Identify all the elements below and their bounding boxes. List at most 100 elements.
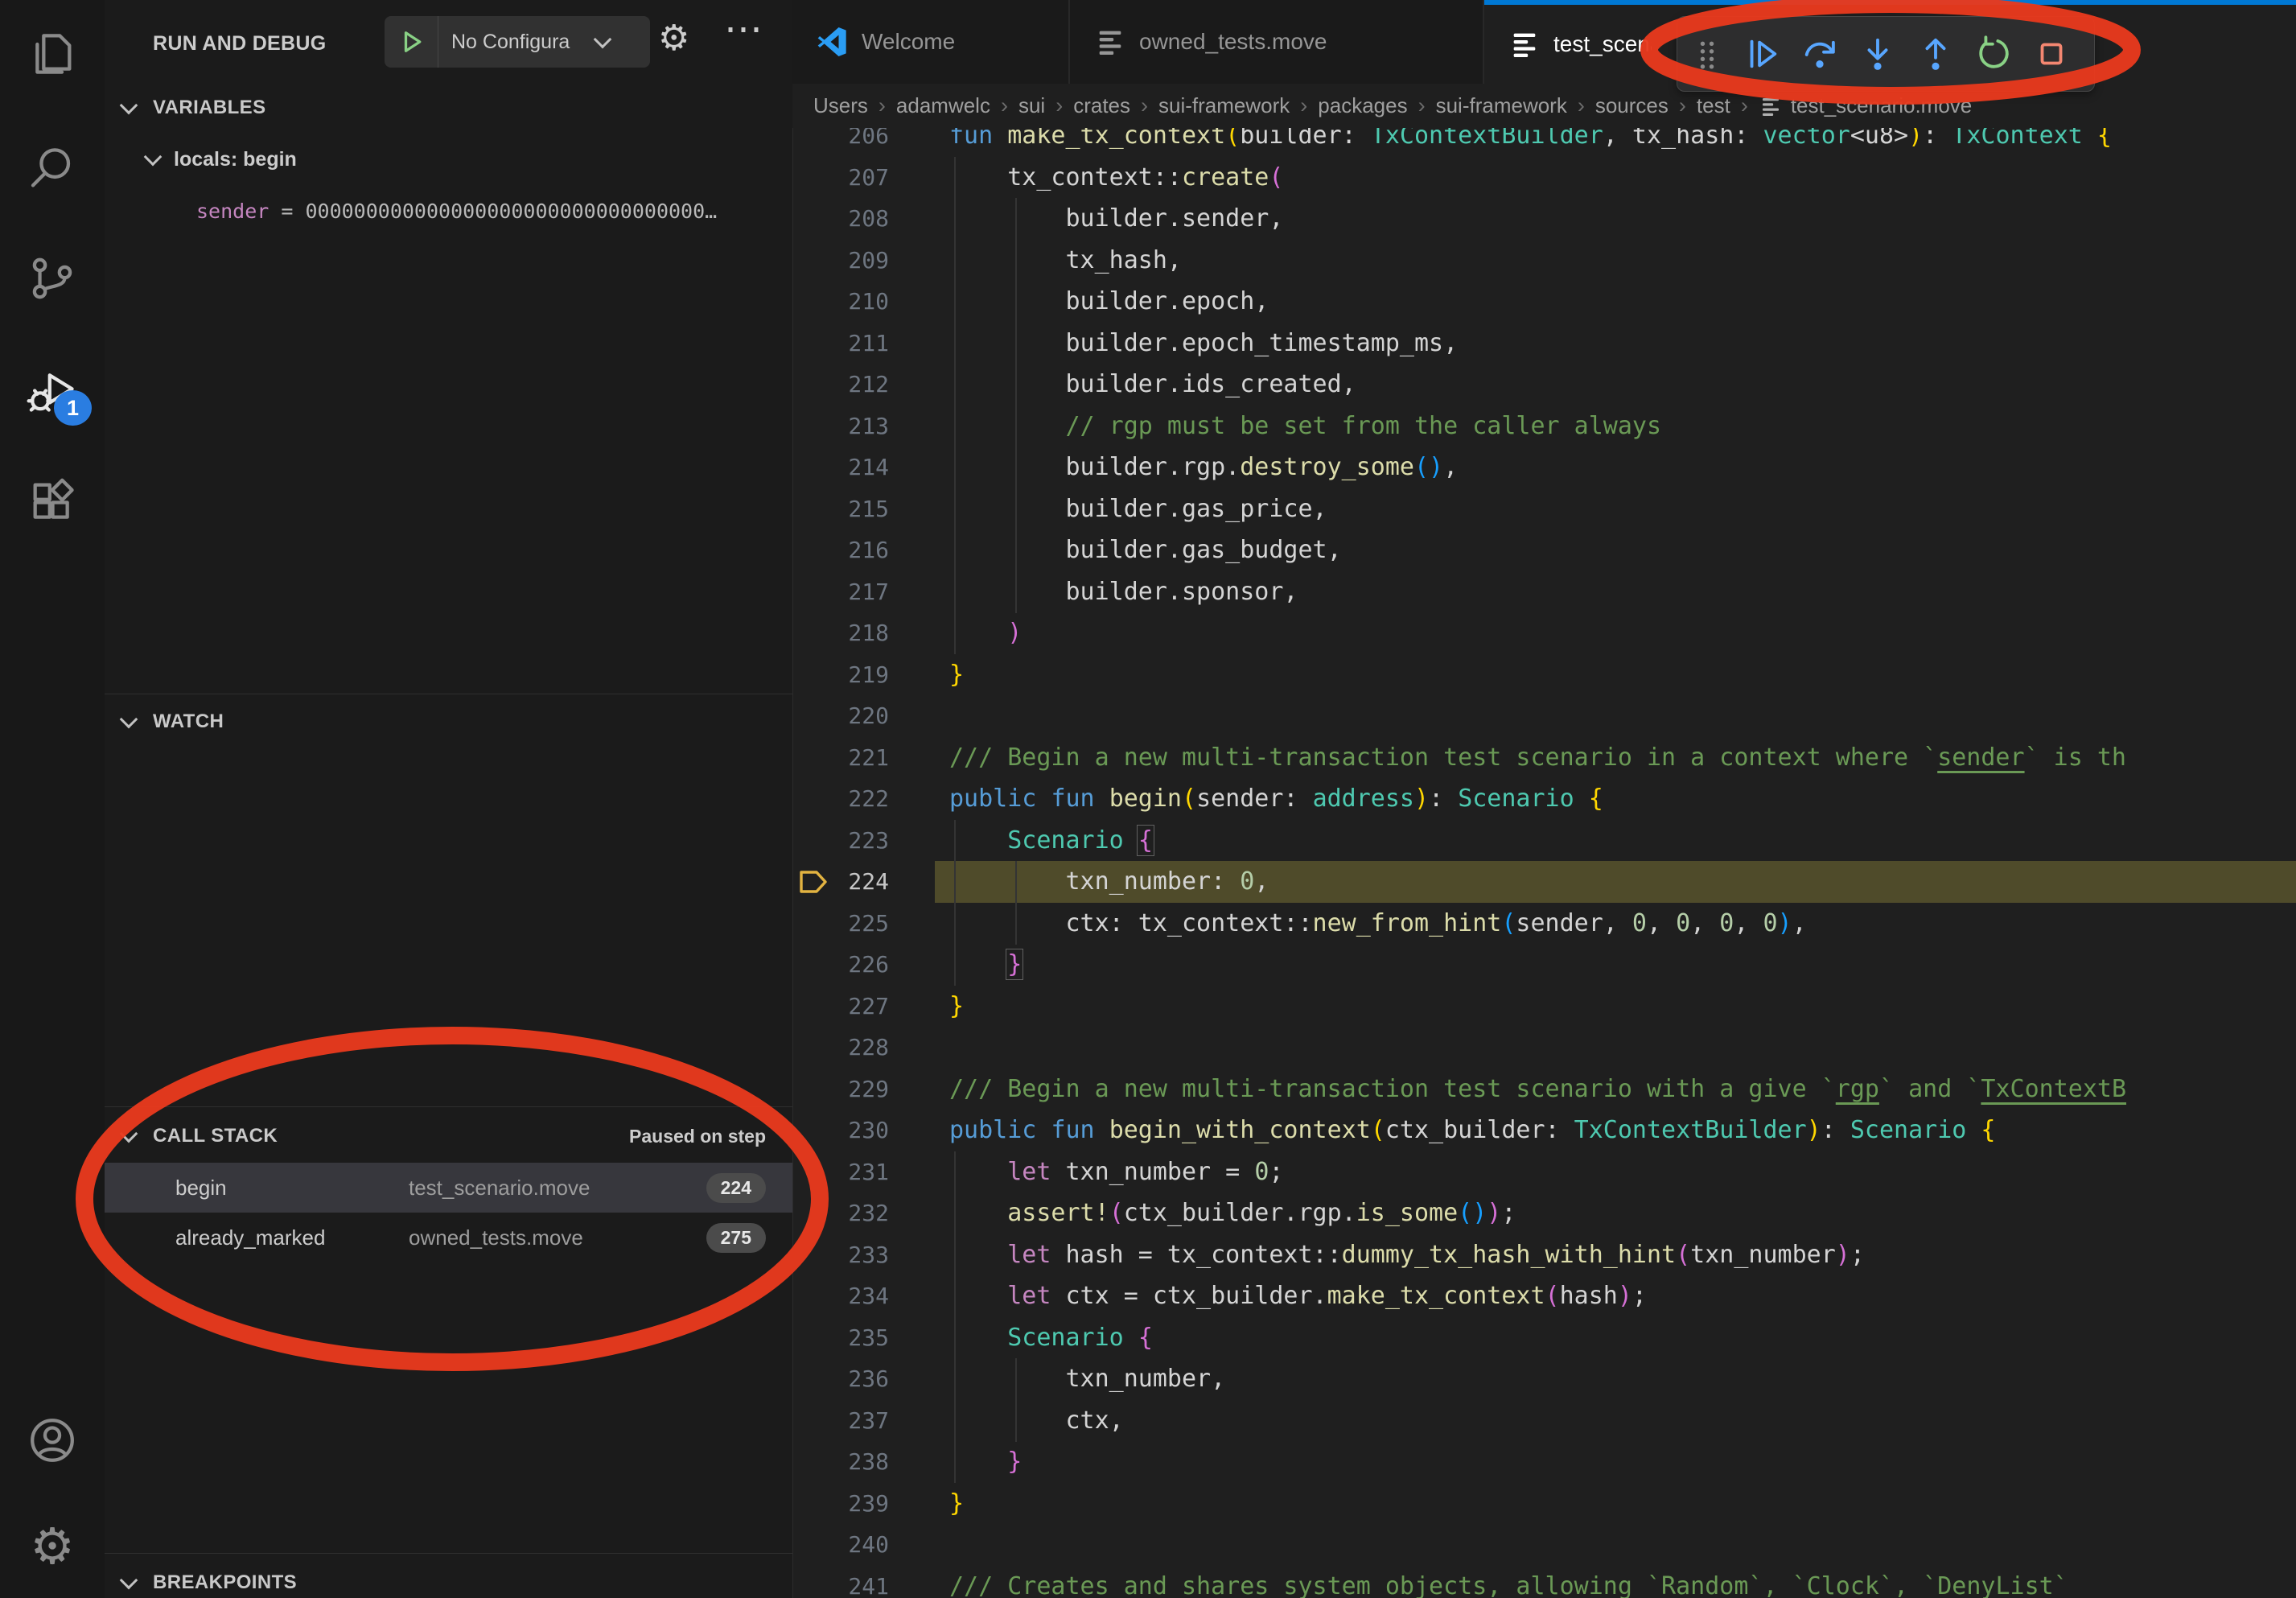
code-line-221[interactable]: 221/// Begin a new multi-transaction tes… xyxy=(792,737,2296,779)
code-line-229[interactable]: 229/// Begin a new multi-transaction tes… xyxy=(792,1069,2296,1110)
drag-handle-button[interactable] xyxy=(1692,39,1722,69)
step-over-button[interactable] xyxy=(1801,35,1838,72)
breadcrumb-item[interactable]: packages xyxy=(1318,93,1407,118)
code-line-235[interactable]: 235 Scenario { xyxy=(792,1317,2296,1359)
code-line-207[interactable]: 207 tx_context::create( xyxy=(792,157,2296,199)
code-text: assert!(ctx_builder.rgp.is_some()); xyxy=(949,1192,1516,1234)
stop-button[interactable] xyxy=(2033,35,2070,72)
line-number: 226 xyxy=(792,944,889,986)
breakpoints-section-header[interactable]: BREAKPOINTS xyxy=(105,1562,792,1598)
restart-button[interactable] xyxy=(1975,35,2012,72)
line-number: 209 xyxy=(792,240,889,282)
code-line-239[interactable]: 239} xyxy=(792,1483,2296,1525)
code-text: tx_hash, xyxy=(949,240,1182,282)
line-number: 235 xyxy=(792,1317,889,1359)
code-line-232[interactable]: 232 assert!(ctx_builder.rgp.is_some()); xyxy=(792,1192,2296,1234)
tab-owned-tests-move[interactable]: owned_tests.move xyxy=(1070,0,1484,84)
code-line-241[interactable]: 241/// Creates and shares system objects… xyxy=(792,1566,2296,1598)
code-line-212[interactable]: 212 builder.ids_created, xyxy=(792,364,2296,406)
variable-sender-row[interactable]: sender = 0000000000000000000000000000000… xyxy=(196,190,717,232)
code-line-225[interactable]: 225 ctx: tx_context::new_from_hint(sende… xyxy=(792,903,2296,945)
breadcrumb-item[interactable]: sources xyxy=(1595,93,1669,118)
tab-welcome[interactable]: Welcome xyxy=(792,0,1070,84)
tab-label: test_scenario.move xyxy=(1553,31,1652,57)
code-text: } xyxy=(949,1441,1022,1483)
variable-equals: = xyxy=(269,200,305,223)
breadcrumb-item[interactable]: sui xyxy=(1018,93,1045,118)
debug-toolbar xyxy=(1677,16,2095,92)
line-number: 213 xyxy=(792,406,889,447)
code-line-226[interactable]: 226 } xyxy=(792,944,2296,986)
code-line-240[interactable]: 240 xyxy=(792,1524,2296,1566)
code-line-238[interactable]: 238 } xyxy=(792,1441,2296,1483)
continue-button[interactable] xyxy=(1743,35,1780,72)
code-line-228[interactable]: 228 xyxy=(792,1027,2296,1069)
frame-function: already_marked xyxy=(175,1225,409,1250)
variables-section-header[interactable]: VARIABLES xyxy=(105,87,792,129)
line-number: 222 xyxy=(792,778,889,820)
breadcrumb-item[interactable]: sui-framework xyxy=(1436,93,1567,118)
code-line-209[interactable]: 209 tx_hash, xyxy=(792,240,2296,282)
code-line-210[interactable]: 210 builder.epoch, xyxy=(792,281,2296,323)
code-line-223[interactable]: 223 Scenario { xyxy=(792,820,2296,862)
activity-item-search[interactable] xyxy=(0,124,105,212)
code-line-211[interactable]: 211 builder.epoch_timestamp_ms, xyxy=(792,323,2296,364)
debug-session-badge: 1 xyxy=(54,390,92,426)
debug-config-dropdown[interactable]: No Configura xyxy=(385,16,650,68)
step-out-button[interactable] xyxy=(1917,35,1954,72)
code-line-220[interactable]: 220 xyxy=(792,695,2296,737)
vscode-window: 1⚙ RUN AND DEBUG No Configura ⚙ ⋯ VARIAB… xyxy=(0,0,2296,1598)
code-line-224[interactable]: 224 txn_number: 0, xyxy=(792,861,2296,903)
tab-label: Welcome xyxy=(862,29,955,55)
chevron-down-icon xyxy=(120,1125,138,1143)
chevron-down-icon xyxy=(144,148,163,167)
code-line-227[interactable]: 227} xyxy=(792,986,2296,1028)
code-line-237[interactable]: 237 ctx, xyxy=(792,1400,2296,1442)
breadcrumb-item[interactable]: sui-framework xyxy=(1158,93,1290,118)
activity-item-settings[interactable]: ⚙ xyxy=(0,1503,105,1592)
code-line-217[interactable]: 217 builder.sponsor, xyxy=(792,571,2296,613)
code-line-215[interactable]: 215 builder.gas_price, xyxy=(792,488,2296,530)
activity-item-source-control[interactable] xyxy=(0,234,105,323)
code-line-213[interactable]: 213 // rgp must be set from the caller a… xyxy=(792,406,2296,447)
call-stack-frame-already_marked[interactable]: already_markedowned_tests.move275 xyxy=(105,1213,792,1262)
line-number: 228 xyxy=(792,1027,889,1069)
variable-name: sender xyxy=(196,200,269,223)
more-actions-icon[interactable]: ⋯ xyxy=(724,6,763,51)
breadcrumb-item[interactable]: Users xyxy=(813,93,868,118)
code-line-216[interactable]: 216 builder.gas_budget, xyxy=(792,529,2296,571)
variables-scope-row[interactable]: locals: begin xyxy=(105,138,792,180)
code-line-234[interactable]: 234 let ctx = ctx_builder.make_tx_contex… xyxy=(792,1275,2296,1317)
code-line-219[interactable]: 219} xyxy=(792,654,2296,696)
start-debug-icon[interactable] xyxy=(397,27,426,56)
code-line-222[interactable]: 222public fun begin(sender: address): Sc… xyxy=(792,778,2296,820)
config-label: No Configura xyxy=(451,31,595,54)
activity-item-run-and-debug[interactable]: 1 xyxy=(0,347,105,435)
code-line-230[interactable]: 230public fun begin_with_context(ctx_bui… xyxy=(792,1110,2296,1151)
breadcrumb-item[interactable]: test xyxy=(1697,93,1730,118)
watch-section-header[interactable]: WATCH xyxy=(105,701,792,743)
frame-file: owned_tests.move xyxy=(409,1225,706,1250)
breadcrumb-file[interactable]: test_scenario.move xyxy=(1759,93,1972,118)
line-number: 207 xyxy=(792,157,889,199)
code-line-214[interactable]: 214 builder.rgp.destroy_some(), xyxy=(792,447,2296,488)
code-line-218[interactable]: 218 ) xyxy=(792,612,2296,654)
call-stack-frame-begin[interactable]: begintest_scenario.move224 xyxy=(105,1163,792,1213)
code-line-231[interactable]: 231 let txn_number = 0; xyxy=(792,1151,2296,1193)
code-line-236[interactable]: 236 txn_number, xyxy=(792,1358,2296,1400)
debug-settings-gear-icon[interactable]: ⚙ xyxy=(658,18,689,59)
code-line-208[interactable]: 208 builder.sender, xyxy=(792,198,2296,240)
chevron-down-icon xyxy=(120,97,138,115)
breadcrumb-item[interactable]: adamwelc xyxy=(896,93,990,118)
step-into-button[interactable] xyxy=(1859,35,1896,72)
line-number: 233 xyxy=(792,1234,889,1276)
code-text: ctx, xyxy=(949,1400,1124,1442)
activity-item-accounts[interactable] xyxy=(0,1396,105,1485)
code-line-233[interactable]: 233 let hash = tx_context::dummy_tx_hash… xyxy=(792,1234,2296,1276)
line-number: 221 xyxy=(792,737,889,779)
scm-icon xyxy=(27,253,78,304)
extensions-icon xyxy=(27,476,78,528)
activity-item-extensions[interactable] xyxy=(0,458,105,546)
breadcrumb-item[interactable]: crates xyxy=(1073,93,1130,118)
activity-item-explorer[interactable] xyxy=(0,10,105,98)
